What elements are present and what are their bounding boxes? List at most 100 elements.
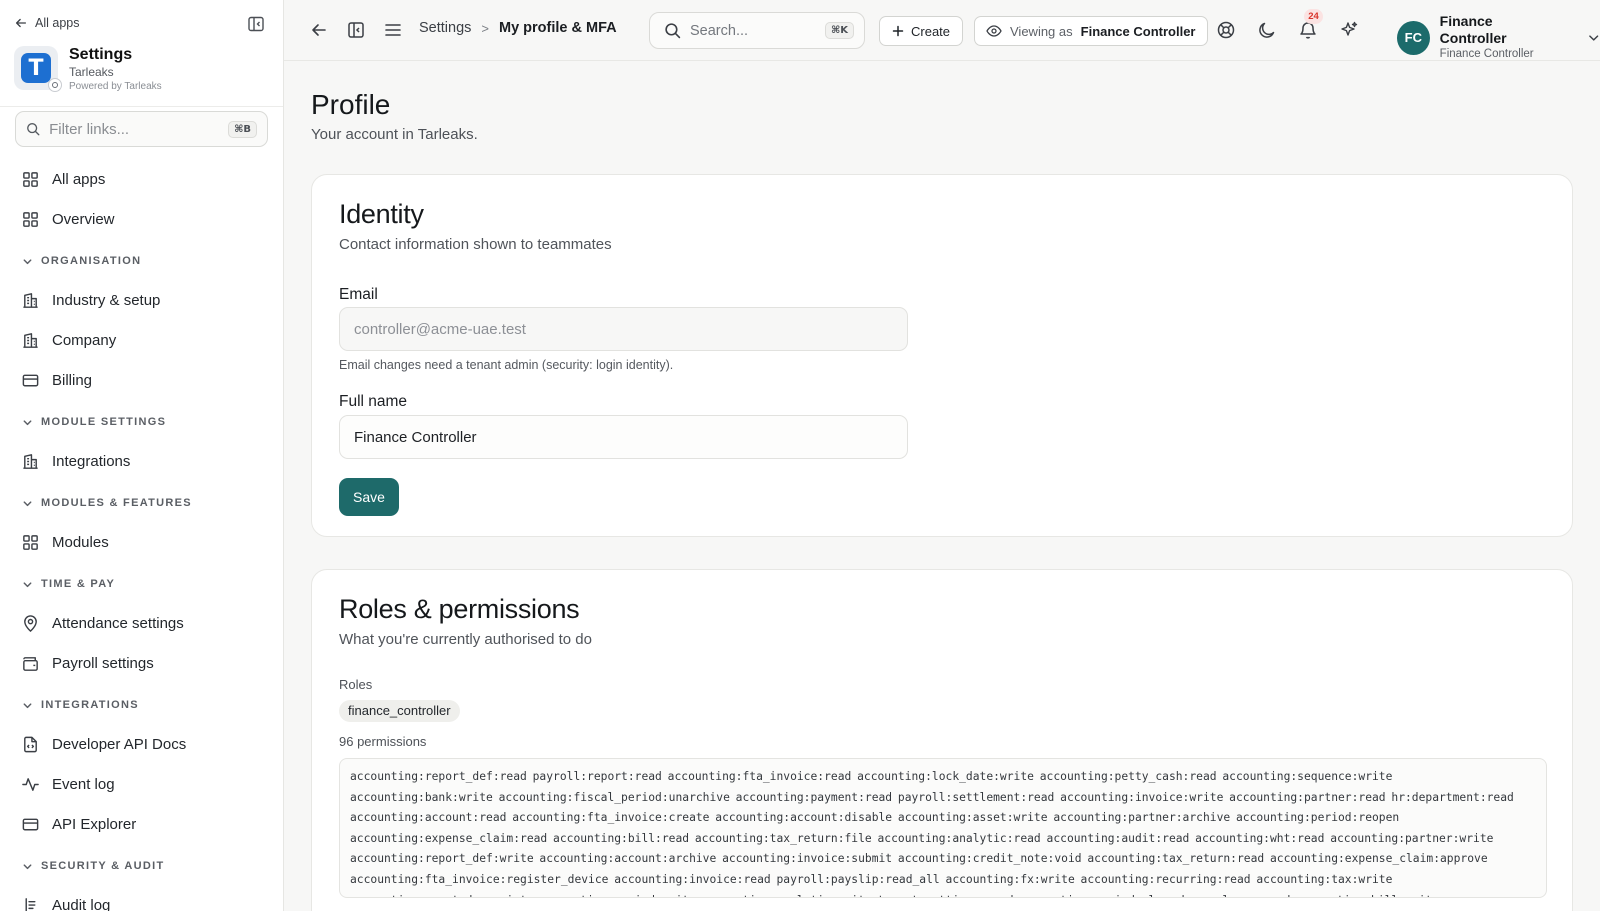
roles-subtitle: What you're currently authorised to do	[339, 631, 592, 648]
viewing-as-value: Finance Controller	[1080, 23, 1196, 39]
sidebar-item-label: All apps	[52, 170, 106, 188]
sidebar-section-title: INTEGRATIONS	[41, 699, 139, 711]
global-search-input[interactable]	[690, 22, 810, 39]
menu-icon[interactable]	[383, 20, 403, 40]
sidebar-section-title: SECURITY & AUDIT	[41, 860, 165, 872]
sidebar-header: All apps T Settings Tarleaks Powered by …	[0, 0, 283, 107]
sidebar-item-all-apps[interactable]: All apps	[0, 159, 283, 199]
chevron-down-icon	[22, 579, 33, 590]
file-code-icon	[21, 735, 40, 754]
identity-title: Identity	[339, 199, 424, 229]
building-icon	[21, 452, 40, 471]
sidebar-section-title: MODULE SETTINGS	[41, 416, 167, 428]
filter-links-input[interactable]	[49, 120, 220, 138]
user-menu[interactable]: FC Finance Controller Finance Controller	[1397, 13, 1600, 62]
sidebar-item-label: Attendance settings	[52, 614, 184, 632]
sidebar-item-payroll-settings[interactable]: Payroll settings	[0, 643, 283, 683]
sidebar: All apps T Settings Tarleaks Powered by …	[0, 0, 284, 911]
page-subtitle: Your account in Tarleaks.	[311, 126, 478, 143]
eye-icon	[986, 25, 1002, 37]
grid-icon	[21, 170, 40, 189]
plus-icon	[892, 25, 904, 37]
sidebar-section-time-and-pay[interactable]: TIME & PAY	[0, 565, 283, 603]
sidebar-item-label: Developer API Docs	[52, 735, 187, 753]
breadcrumb-current: My profile & MFA	[499, 20, 617, 36]
sidebar-section-title: MODULES & FEATURES	[41, 497, 192, 509]
email-field	[339, 307, 908, 351]
app-logo: T	[14, 46, 62, 92]
avatar: FC	[1397, 20, 1430, 55]
chevron-down-icon	[22, 256, 33, 267]
sidebar-item-modules[interactable]: Modules	[0, 522, 283, 562]
breadcrumb-settings[interactable]: Settings	[419, 20, 471, 36]
grid-icon	[21, 210, 40, 229]
viewing-as-switcher[interactable]: Viewing as Finance Controller	[974, 16, 1208, 46]
app-root: All apps T Settings Tarleaks Powered by …	[0, 0, 1600, 911]
sidebar-item-integrations[interactable]: Integrations	[0, 441, 283, 481]
brand-powered-by: Powered by Tarleaks	[69, 81, 162, 92]
help-lifebuoy-icon[interactable]	[1216, 20, 1236, 40]
brand-title: Settings	[69, 46, 133, 63]
viewing-as-label: Viewing as	[1010, 23, 1073, 39]
sidebar-section-modules-and-features[interactable]: MODULES & FEATURES	[0, 484, 283, 522]
arrow-left-icon	[15, 18, 27, 28]
permissions-list: accounting:report_def:read payroll:repor…	[339, 758, 1547, 898]
sidebar-item-label: Modules	[52, 533, 109, 551]
sidebar-section-integrations[interactable]: INTEGRATIONS	[0, 686, 283, 724]
chevron-down-icon	[22, 417, 33, 428]
email-help-text: Email changes need a tenant admin (secur…	[339, 358, 674, 372]
sidebar-item-label: Overview	[52, 210, 115, 228]
sidebar-item-attendance-settings[interactable]: Attendance settings	[0, 603, 283, 643]
logo-letter: T	[21, 53, 51, 83]
sidebar-item-api-explorer[interactable]: API Explorer	[0, 804, 283, 844]
full-name-field[interactable]	[339, 415, 908, 459]
brand-subtitle: Tarleaks	[69, 65, 114, 79]
filter-links: ⌘B	[15, 111, 268, 147]
sidebar-section-organisation[interactable]: ORGANISATION	[0, 242, 283, 280]
settings-badge-icon	[48, 78, 62, 92]
sidebar-nav: All apps Overview ORGANISATION Industry & s…	[0, 159, 283, 911]
sidebar-section-title: TIME & PAY	[41, 578, 116, 590]
sidebar-item-overview[interactable]: Overview	[0, 199, 283, 239]
roles-label: Roles	[339, 677, 373, 692]
sidebar-item-label: Industry & setup	[52, 291, 161, 309]
sidebar-section-module-settings[interactable]: MODULE SETTINGS	[0, 403, 283, 441]
moon-icon[interactable]	[1257, 20, 1277, 40]
permissions-count: 96 permissions	[339, 734, 427, 749]
sidebar-item-label: Event log	[52, 775, 115, 793]
sidebar-collapse-icon[interactable]	[247, 15, 265, 33]
full-name-label: Full name	[339, 393, 408, 410]
sidebar-item-developer-api-docs[interactable]: Developer API Docs	[0, 724, 283, 764]
identity-subtitle: Contact information shown to teammates	[339, 236, 612, 253]
role-chip: finance_controller	[339, 700, 460, 722]
map-pin-icon	[21, 614, 40, 633]
identity-card: Identity Contact information shown to te…	[311, 174, 1573, 537]
global-search: ⌘K	[649, 12, 865, 49]
back-to-all-apps-link[interactable]: All apps	[14, 16, 79, 30]
save-button[interactable]: Save	[339, 478, 399, 516]
notification-count-badge: 24	[1304, 9, 1323, 24]
sidebar-item-audit-log[interactable]: Audit log	[0, 885, 283, 911]
chevron-down-icon	[22, 700, 33, 711]
sidebar-section-security-and-audit[interactable]: SECURITY & AUDIT	[0, 847, 283, 885]
credit-card-icon	[21, 371, 40, 390]
panel-toggle-icon[interactable]	[346, 20, 366, 40]
sidebar-item-industry-and-setup[interactable]: Industry & setup	[0, 280, 283, 320]
sidebar-item-event-log[interactable]: Event log	[0, 764, 283, 804]
sparkles-icon[interactable]	[1339, 20, 1359, 40]
building-icon	[21, 331, 40, 350]
search-icon	[665, 23, 681, 39]
sidebar-item-company[interactable]: Company	[0, 320, 283, 360]
sidebar-item-label: API Explorer	[52, 815, 137, 833]
arrow-left-icon[interactable]	[309, 20, 329, 40]
sidebar-section-title: ORGANISATION	[41, 255, 142, 267]
roles-card: Roles & permissions What you're currentl…	[311, 569, 1573, 911]
grid-icon	[21, 533, 40, 552]
sidebar-item-billing[interactable]: Billing	[0, 360, 283, 400]
create-button[interactable]: Create	[879, 16, 964, 46]
chevron-down-icon	[22, 861, 33, 872]
sidebar-item-label: Payroll settings	[52, 654, 154, 672]
activity-icon	[21, 775, 40, 794]
page-title: Profile	[311, 89, 391, 120]
filter-shortcut: ⌘B	[228, 120, 257, 138]
